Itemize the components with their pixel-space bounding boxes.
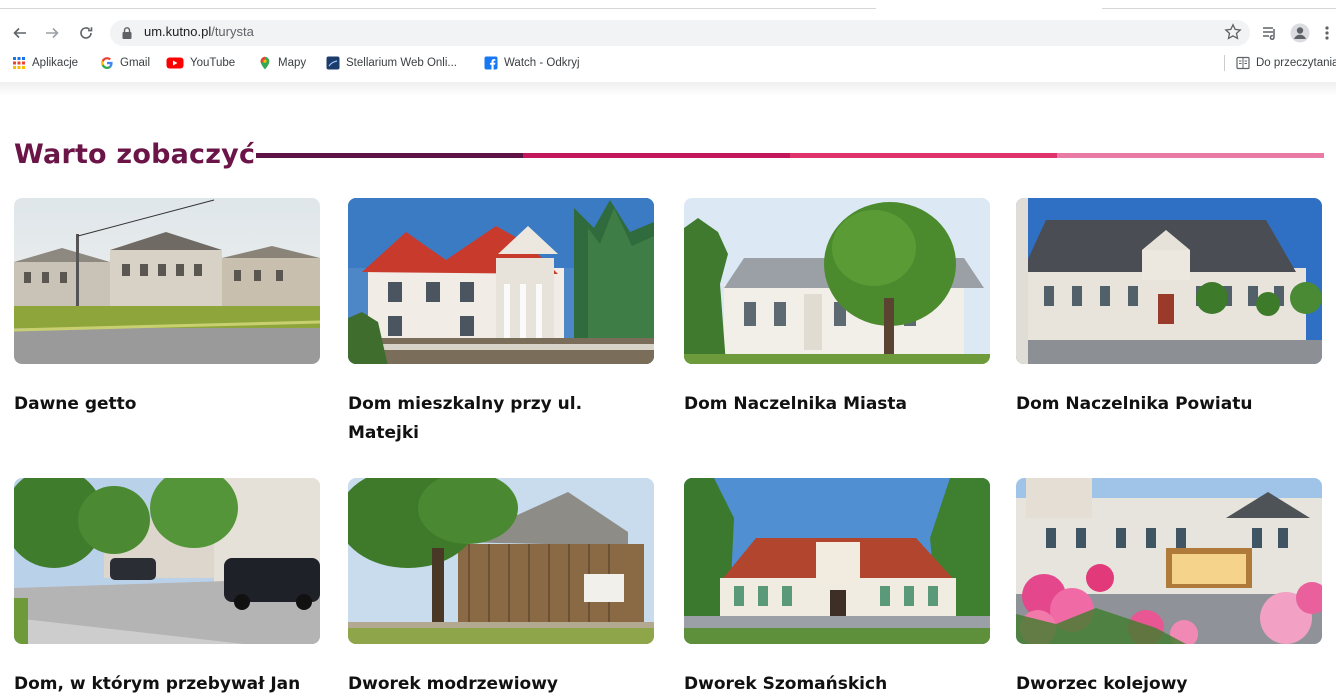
- larch-manor-photo: [348, 478, 654, 644]
- card-photo-district-head[interactable]: [1016, 198, 1322, 364]
- card-title[interactable]: Dom Naczelnika Miasta: [684, 390, 984, 419]
- city-mayor-house-photo: [684, 198, 990, 364]
- youtube-icon: [166, 57, 184, 69]
- title-line-segment: [256, 153, 523, 158]
- browser-chrome: um.kutno.pl/turysta Aplikacje Gmail YouT…: [0, 0, 1336, 96]
- bookmarks-bar: Aplikacje Gmail YouTube Mapy Stellarium …: [0, 52, 1336, 74]
- matejki-house-photo: [348, 198, 654, 364]
- card-title[interactable]: Dworek Szomańskich: [684, 670, 984, 696]
- section-title: Warto zobaczyć: [14, 139, 256, 170]
- reading-list-label: Do przeczytania: [1256, 57, 1336, 69]
- title-line-segment: [790, 153, 1057, 158]
- reading-list-item[interactable]: Do przeczytania: [1236, 52, 1336, 74]
- reading-list-icon: [1236, 56, 1250, 70]
- title-line-segment: [523, 153, 790, 158]
- url-text: um.kutno.pl/turysta: [144, 24, 254, 39]
- card-title[interactable]: Dom Naczelnika Powiatu: [1016, 390, 1316, 419]
- google-g-icon: [101, 57, 113, 69]
- card-photo-larch-manor[interactable]: [348, 478, 654, 644]
- url-host: um.kutno.pl: [144, 24, 212, 39]
- apps-grid-icon: [13, 57, 25, 69]
- facebook-icon: [484, 56, 498, 70]
- queue-music-icon: [1263, 27, 1275, 41]
- reload-icon: [80, 27, 93, 39]
- tab-strip-edge: [0, 8, 876, 9]
- stellarium-icon: [326, 56, 340, 70]
- bookmark-label: Gmail: [120, 57, 151, 69]
- url-omnibox[interactable]: um.kutno.pl/turysta: [110, 20, 1250, 46]
- bookmark-label: Stellarium Web Onli...: [346, 57, 457, 69]
- section-title-decor-line: [256, 153, 1324, 158]
- title-line-segment: [1057, 153, 1324, 158]
- bookmark-apps[interactable]: Aplikacje: [12, 52, 78, 74]
- bookmark-label: Mapy: [278, 57, 307, 69]
- card-photo-street-cars[interactable]: [14, 478, 320, 644]
- ghetto-street-photo: [14, 198, 320, 364]
- bookmark-maps[interactable]: Mapy: [258, 52, 306, 74]
- card-photo-railway-station[interactable]: [1016, 478, 1322, 644]
- card-photo-szomanski-manor[interactable]: [684, 478, 990, 644]
- arrow-left-icon: [13, 27, 26, 39]
- forward-button[interactable]: [40, 18, 64, 48]
- card-title[interactable]: Dworzec kolejowy: [1016, 670, 1316, 696]
- kebab-menu-icon: [1325, 26, 1329, 40]
- back-button[interactable]: [8, 18, 32, 48]
- bookmarks-separator: [1224, 55, 1225, 71]
- profile-button[interactable]: [1290, 23, 1310, 43]
- bookmark-label: Aplikacje: [32, 57, 79, 69]
- card-title[interactable]: Dawne getto: [14, 390, 314, 419]
- avatar-icon: [1290, 23, 1310, 43]
- card-title[interactable]: Dom, w którym przebywał Jan: [14, 670, 314, 696]
- arrow-right-icon: [46, 27, 59, 39]
- bookmark-gmail[interactable]: Gmail: [100, 52, 150, 74]
- bookmark-stellarium[interactable]: Stellarium Web Onli...: [326, 52, 457, 74]
- tab-strip-edge: [1102, 8, 1336, 9]
- card-photo-matejki[interactable]: [348, 198, 654, 364]
- szomanski-manor-photo: [684, 478, 990, 644]
- district-head-house-photo: [1016, 198, 1322, 364]
- bookmark-youtube[interactable]: YouTube: [166, 52, 235, 74]
- address-bar-row: um.kutno.pl/turysta: [0, 18, 1336, 48]
- reading-list-button[interactable]: [1260, 23, 1280, 43]
- bookmark-label: YouTube: [190, 57, 236, 69]
- railway-station-photo: [1016, 478, 1322, 644]
- chrome-shadow: [0, 82, 1336, 96]
- card-title[interactable]: Dom mieszkalny przy ul. Matejki: [348, 390, 648, 448]
- maps-pin-icon: [260, 56, 270, 70]
- reload-button[interactable]: [74, 18, 98, 48]
- bookmark-facebook-watch[interactable]: Watch - Odkryj: [484, 52, 580, 74]
- url-path: /turysta: [211, 24, 254, 39]
- menu-button[interactable]: [1320, 23, 1334, 43]
- bookmark-label: Watch - Odkryj: [504, 57, 580, 69]
- card-title[interactable]: Dworek modrzewiowy: [348, 670, 648, 696]
- lock-icon: [122, 27, 132, 39]
- street-with-cars-photo: [14, 478, 320, 644]
- card-photo-city-mayor[interactable]: [684, 198, 990, 364]
- bookmark-star-icon[interactable]: [1224, 23, 1242, 41]
- card-photo-ghetto[interactable]: [14, 198, 320, 364]
